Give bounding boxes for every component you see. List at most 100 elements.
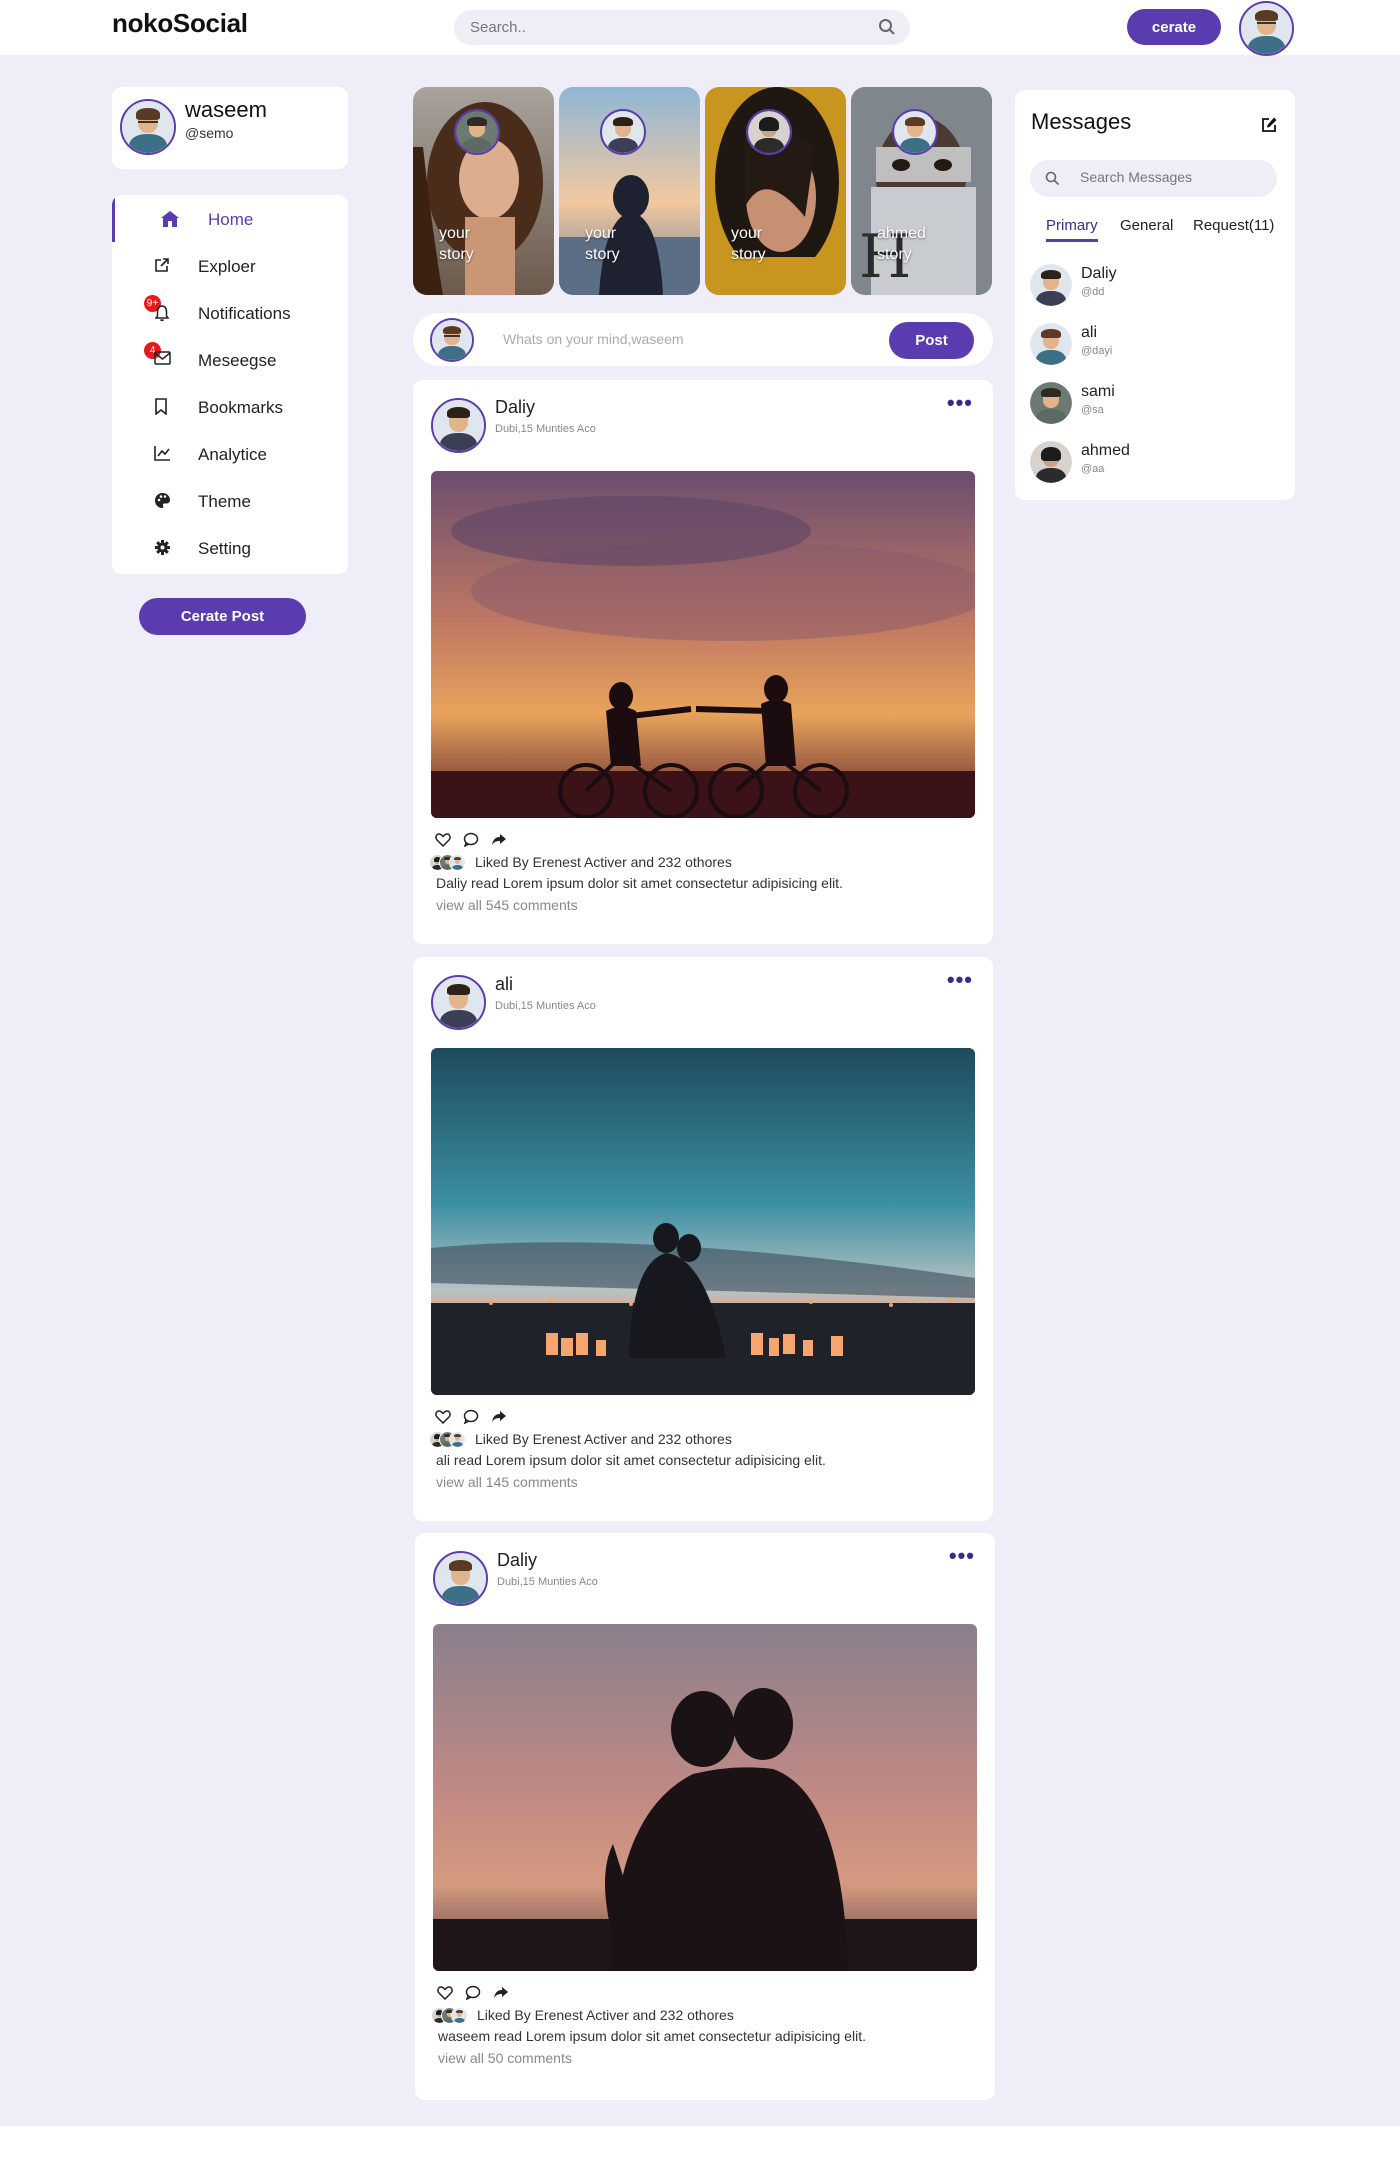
share-icon[interactable]: [491, 1409, 509, 1427]
post-actions: [435, 832, 509, 848]
comment-icon[interactable]: [465, 1985, 483, 2003]
avatar[interactable]: [1239, 1, 1294, 56]
sidebar-item-settings[interactable]: Setting: [112, 524, 348, 571]
sidebar-item-analytics[interactable]: Analytice: [112, 430, 348, 477]
share-icon[interactable]: [491, 832, 509, 850]
tab-primary[interactable]: Primary: [1046, 217, 1098, 242]
chart-line-icon: [154, 445, 172, 463]
story-card[interactable]: your story: [413, 87, 554, 295]
liked-by-text[interactable]: Liked By Erenest Activer and 232 othores: [477, 2007, 734, 2023]
post-image[interactable]: [431, 471, 975, 818]
story-label: your story: [439, 225, 474, 263]
sidebar-item-theme[interactable]: Theme: [112, 477, 348, 524]
post-actions: [435, 1409, 509, 1425]
story-label: ahmed story: [877, 225, 926, 263]
create-post-button[interactable]: Cerate Post: [139, 598, 306, 635]
avatar: [1030, 264, 1072, 306]
search-icon[interactable]: [878, 18, 896, 41]
post-image[interactable]: [431, 1048, 975, 1395]
message-contact[interactable]: ahmed @aa: [1030, 439, 1280, 487]
profile-card[interactable]: waseem @semo: [112, 87, 348, 169]
messages-search-bar[interactable]: [1030, 160, 1277, 197]
more-options-icon[interactable]: •••: [947, 390, 973, 416]
post-author-avatar[interactable]: [431, 398, 486, 453]
comment-icon[interactable]: [463, 1409, 481, 1427]
search-input[interactable]: [470, 16, 850, 38]
sidebar-item-label: Home: [208, 210, 254, 229]
search-icon: [1045, 171, 1060, 191]
messages-title: Messages: [1031, 109, 1132, 134]
post-author-avatar[interactable]: [431, 975, 486, 1030]
external-link-icon: [154, 257, 172, 275]
sidebar-item-home[interactable]: Home: [112, 195, 348, 242]
more-options-icon[interactable]: •••: [949, 1543, 975, 1569]
story-label: your story: [585, 225, 620, 263]
envelope-icon: [154, 351, 172, 369]
post-caption: waseem read Lorem ipsum dolor sit amet c…: [438, 2028, 866, 2044]
message-contact[interactable]: ali @dayi: [1030, 321, 1280, 369]
bell-icon: [154, 304, 172, 322]
story-label: your story: [731, 225, 766, 263]
avatar: [1030, 382, 1072, 424]
post-meta: Dubi,15 Munties Aco: [497, 1576, 598, 1588]
post-author-name[interactable]: Daliy: [497, 1550, 537, 1571]
heart-icon[interactable]: [437, 1985, 455, 2003]
message-contact[interactable]: Daliy @dd: [1030, 262, 1280, 310]
home-icon: [160, 210, 179, 228]
tab-general[interactable]: General: [1120, 217, 1173, 234]
post-caption: ali read Lorem ipsum dolor sit amet cons…: [436, 1452, 826, 1468]
contact-name: ali: [1081, 324, 1098, 341]
gear-icon: [154, 539, 172, 557]
view-comments-link[interactable]: view all 545 comments: [436, 897, 578, 913]
create-button[interactable]: cerate: [1127, 9, 1221, 45]
view-comments-link[interactable]: view all 50 comments: [438, 2050, 572, 2066]
contact-handle: @sa: [1081, 404, 1104, 416]
more-options-icon[interactable]: •••: [947, 967, 973, 993]
feed-post: Daliy Dubi,15 Munties Aco ••• Liked By E…: [415, 1533, 995, 2100]
story-card[interactable]: your story: [559, 87, 700, 295]
search-bar[interactable]: [454, 10, 910, 45]
messages-panel: Messages Primary General Request(11) Dal…: [1015, 90, 1295, 500]
post-composer: Post: [413, 313, 993, 366]
post-meta: Dubi,15 Munties Aco: [495, 423, 596, 435]
post-caption: Daliy read Lorem ipsum dolor sit amet co…: [436, 875, 843, 891]
feed-post: Daliy Dubi,15 Munties Aco ••• Liked By E…: [413, 380, 993, 944]
story-avatar: [746, 109, 792, 155]
app-logo[interactable]: nokoSocial: [112, 8, 248, 39]
sidebar-item-explore[interactable]: Exploer: [112, 242, 348, 289]
heart-icon[interactable]: [435, 1409, 453, 1427]
share-icon[interactable]: [493, 1985, 511, 2003]
contact-name: sami: [1081, 383, 1115, 400]
story-card[interactable]: H ahmed story: [851, 87, 992, 295]
bookmark-icon: [154, 398, 172, 416]
view-comments-link[interactable]: view all 145 comments: [436, 1474, 578, 1490]
message-contact[interactable]: sami @sa: [1030, 380, 1280, 428]
post-author-avatar[interactable]: [433, 1551, 488, 1606]
profile-handle: @semo: [185, 125, 234, 141]
edit-icon[interactable]: [1261, 116, 1278, 133]
profile-avatar: [120, 99, 176, 155]
post-author-name[interactable]: ali: [495, 974, 513, 995]
post-image[interactable]: [433, 1624, 977, 1971]
liked-by-text[interactable]: Liked By Erenest Activer and 232 othores: [475, 854, 732, 870]
feed-post: ali Dubi,15 Munties Aco ••• Liked By Ere…: [413, 957, 993, 1521]
story-avatar: [454, 109, 500, 155]
sidebar-item-bookmarks[interactable]: Bookmarks: [112, 383, 348, 430]
liked-by-text[interactable]: Liked By Erenest Activer and 232 othores: [475, 1431, 732, 1447]
messages-search-input[interactable]: [1080, 169, 1260, 185]
post-author-name[interactable]: Daliy: [495, 397, 535, 418]
sidebar-item-notifications[interactable]: 9+ Notifications: [112, 289, 348, 336]
post-button[interactable]: Post: [889, 322, 974, 359]
composer-input[interactable]: [503, 327, 923, 351]
tab-requests[interactable]: Request(11): [1193, 217, 1274, 234]
story-avatar: [600, 109, 646, 155]
sidebar-item-label: Theme: [198, 492, 251, 511]
heart-icon[interactable]: [435, 832, 453, 850]
comment-icon[interactable]: [463, 832, 481, 850]
sidebar-item-messages[interactable]: 4 Meseegse: [112, 336, 348, 383]
contact-handle: @aa: [1081, 463, 1105, 475]
contact-handle: @dd: [1081, 286, 1105, 298]
palette-icon: [154, 492, 172, 510]
story-card[interactable]: your story: [705, 87, 846, 295]
post-actions: [437, 1985, 511, 2001]
